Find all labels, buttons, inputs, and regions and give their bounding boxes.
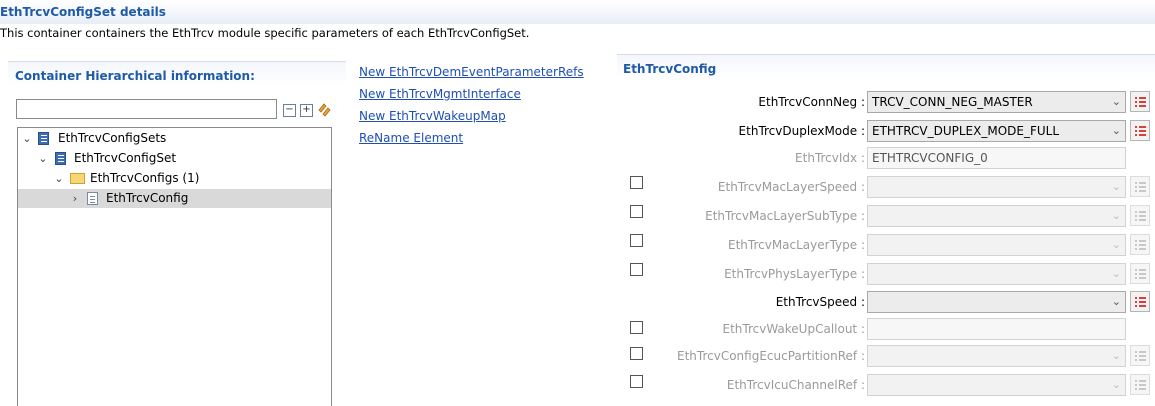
list-icon[interactable] [1130, 345, 1150, 366]
chevron-down-icon: ⌄ [1111, 267, 1121, 280]
list-icon[interactable] [1130, 176, 1150, 197]
tree-node-configset[interactable]: ⌄ EthTrcvConfigSet [18, 149, 331, 168]
list-icon[interactable] [1130, 120, 1150, 141]
tree-node-configs[interactable]: ⌄ EthTrcvConfigs (1) [18, 169, 331, 188]
chevron-down-icon[interactable]: ⌄ [38, 149, 48, 168]
new-mgmt-interface-link[interactable]: New EthTrcvMgmtInterface [359, 87, 521, 101]
page-description: This container containers the EthTrcv mo… [0, 26, 530, 40]
list-icon[interactable] [1130, 291, 1150, 312]
idx-label: EthTrcvIdx : [795, 151, 865, 165]
chevron-down-icon: ⌄ [1111, 209, 1121, 222]
list-icon[interactable] [1130, 91, 1150, 112]
duplex-mode-label: EthTrcvDuplexMode : [738, 124, 865, 138]
icu-channel-ref-select[interactable]: ⌄ [867, 374, 1126, 396]
list-icon[interactable] [1130, 374, 1150, 395]
tree-node-label: EthTrcvConfig [106, 191, 189, 205]
duplex-mode-value: ETHTRCV_DUPLEX_MODE_FULL [872, 124, 1060, 138]
conn-neg-value: TRCV_CONN_NEG_MASTER [872, 95, 1033, 109]
phys-layer-type-checkbox[interactable] [630, 263, 643, 276]
link-with-editor-icon[interactable] [316, 101, 331, 117]
ecuc-partition-ref-label: EthTrcvConfigEcucPartitionRef : [677, 349, 865, 363]
book-icon [38, 132, 49, 145]
container-tree[interactable]: ⌄ EthTrcvConfigSets ⌄ EthTrcvConfigSet ⌄… [17, 127, 332, 406]
chevron-down-icon: ⌄ [1111, 295, 1121, 308]
wakeup-callout-field[interactable] [867, 318, 1126, 340]
mac-layer-speed-checkbox[interactable] [630, 176, 643, 189]
ecuc-partition-ref-select[interactable]: ⌄ [867, 345, 1126, 367]
new-dem-event-parameter-refs-link[interactable]: New EthTrcvDemEventParameterRefs [359, 65, 584, 79]
chevron-down-icon[interactable]: ⌄ [54, 169, 64, 188]
list-icon[interactable] [1130, 263, 1150, 284]
list-icon[interactable] [1130, 205, 1150, 226]
speed-label: EthTrcvSpeed : [775, 295, 865, 309]
mac-layer-subtype-label: EthTrcvMacLayerSubType : [705, 209, 865, 223]
rename-element-link[interactable]: ReName Element [359, 131, 463, 145]
mac-layer-type-checkbox[interactable] [630, 234, 643, 247]
idx-field[interactable]: ETHTRCVCONFIG_0 [867, 147, 1126, 169]
tree-filter-input[interactable] [16, 99, 277, 119]
conn-neg-select[interactable]: TRCV_CONN_NEG_MASTER ⌄ [867, 91, 1126, 113]
ecuc-partition-ref-checkbox[interactable] [630, 347, 643, 360]
book-icon [55, 152, 66, 165]
chevron-down-icon: ⌄ [1111, 95, 1121, 108]
wakeup-callout-label: EthTrcvWakeUpCallout : [722, 322, 866, 336]
mac-layer-speed-select[interactable]: ⌄ [867, 176, 1126, 198]
tree-node-label: EthTrcvConfigs (1) [90, 171, 200, 185]
chevron-down-icon: ⌄ [1111, 378, 1121, 391]
chevron-down-icon[interactable]: ⌄ [22, 129, 32, 148]
document-icon [87, 192, 98, 205]
list-icon[interactable] [1130, 234, 1150, 255]
hierarchy-section-title: Container Hierarchical information: [15, 69, 255, 83]
speed-select[interactable]: ⌄ [867, 291, 1126, 313]
folder-icon [70, 173, 85, 184]
icu-channel-ref-checkbox[interactable] [630, 375, 643, 388]
config-section-title: EthTrcvConfig [623, 62, 717, 76]
conn-neg-label: EthTrcvConnNeg : [758, 95, 865, 109]
new-wakeup-map-link[interactable]: New EthTrcvWakeupMap [359, 109, 506, 123]
phys-layer-type-label: EthTrcvPhysLayerType : [724, 267, 865, 281]
tree-node-label: EthTrcvConfigSet [74, 151, 177, 165]
duplex-mode-select[interactable]: ETHTRCV_DUPLEX_MODE_FULL ⌄ [867, 120, 1126, 142]
wakeup-callout-checkbox[interactable] [630, 321, 643, 334]
collapse-all-icon[interactable]: − [283, 104, 296, 117]
chevron-right-icon[interactable]: › [70, 189, 80, 208]
details-header [0, 0, 1155, 24]
chevron-down-icon: ⌄ [1111, 124, 1121, 137]
mac-layer-type-label: EthTrcvMacLayerType : [727, 238, 865, 252]
mac-layer-subtype-select[interactable]: ⌄ [867, 205, 1126, 227]
tree-node-config-selected[interactable]: › EthTrcvConfig [18, 189, 331, 208]
phys-layer-type-select[interactable]: ⌄ [867, 263, 1126, 285]
chevron-down-icon: ⌄ [1111, 349, 1121, 362]
tree-node-configsets[interactable]: ⌄ EthTrcvConfigSets [18, 129, 331, 148]
tree-node-label: EthTrcvConfigSets [58, 131, 167, 145]
mac-layer-speed-label: EthTrcvMacLayerSpeed : [717, 180, 865, 194]
mac-layer-subtype-checkbox[interactable] [630, 205, 643, 218]
chevron-down-icon: ⌄ [1111, 238, 1121, 251]
mac-layer-type-select[interactable]: ⌄ [867, 234, 1126, 256]
chevron-down-icon: ⌄ [1111, 180, 1121, 193]
icu-channel-ref-label: EthTrcvIcuChannelRef : [726, 378, 865, 392]
page-title: EthTrcvConfigSet details [0, 5, 166, 19]
expand-all-icon[interactable]: + [300, 104, 313, 117]
